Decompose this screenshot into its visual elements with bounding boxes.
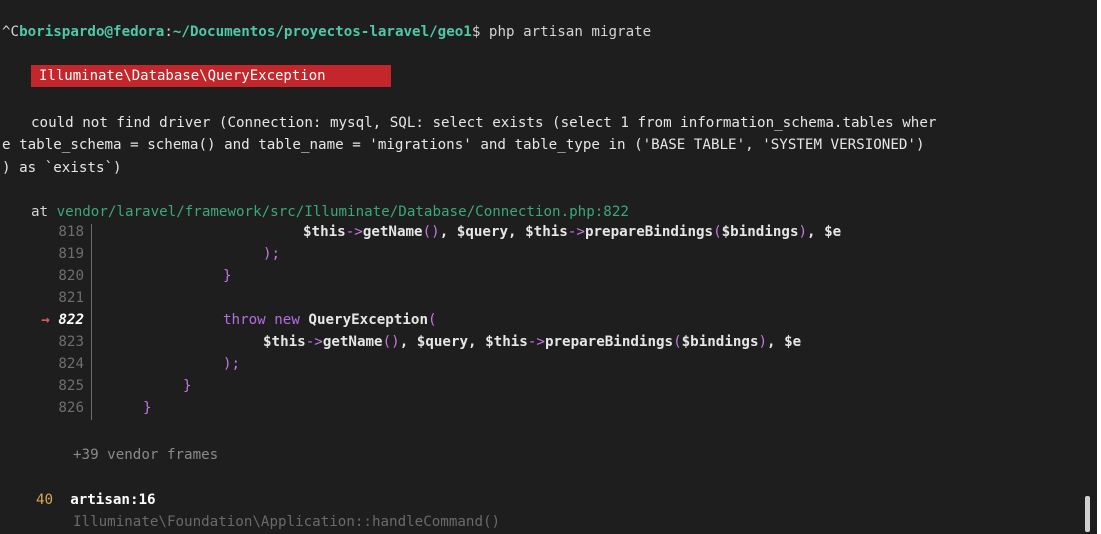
current-line-number: → 822	[28, 310, 84, 330]
code-token: ->	[345, 224, 363, 240]
code-token: getName	[322, 334, 383, 350]
code-token: );	[223, 356, 241, 372]
code-line-823: $this->getName(), $query, $this->prepare…	[263, 332, 801, 352]
code-gutter-divider	[91, 224, 92, 420]
code-token: $this	[303, 224, 346, 240]
error-message-line-3: ) as `exists`)	[2, 160, 122, 176]
prompt-line: ^Cborispardo@fedora:~/Documentos/proyect…	[2, 22, 651, 42]
code-line-822: throw new QueryException(	[223, 310, 437, 330]
code-line-819: );	[263, 244, 280, 264]
code-token: prepareBindings	[544, 334, 674, 350]
scrollbar-thumb[interactable]	[1085, 496, 1090, 532]
error-location: at vendor/laravel/framework/src/Illumina…	[31, 202, 629, 222]
code-token: ()	[422, 224, 440, 240]
line-number: 821	[58, 290, 84, 306]
ctrl-c-text: ^C	[2, 24, 20, 40]
current-line-number-text: 822	[58, 312, 84, 328]
code-token: }	[143, 400, 152, 416]
code-line-826: }	[143, 398, 152, 418]
command-text: php artisan migrate	[480, 24, 652, 40]
error-message-line-1: could not find driver (Connection: mysql…	[31, 115, 937, 131]
code-token: ,	[468, 334, 486, 350]
code-token: $query	[416, 334, 469, 350]
code-token: $query	[456, 224, 509, 240]
code-token: $this	[485, 334, 528, 350]
code-token: $e	[784, 334, 802, 350]
error-file-path: vendor/laravel/framework/src/Illuminate/…	[56, 204, 595, 220]
code-token: ->	[305, 334, 323, 350]
code-token: ,	[508, 224, 526, 240]
exception-class-badge: Illuminate\Database\QueryException	[31, 65, 391, 87]
code-token: prepareBindings	[584, 224, 714, 240]
line-number: 823	[58, 334, 84, 350]
line-number: 826	[58, 400, 84, 416]
code-line-824: );	[223, 354, 240, 374]
error-file-sep: :	[594, 204, 604, 220]
code-line-825: }	[183, 376, 192, 396]
error-file-line: 822	[603, 204, 629, 220]
code-token: throw new	[223, 312, 309, 328]
at-keyword: at	[31, 204, 57, 220]
code-token: ()	[382, 334, 400, 350]
line-number: 820	[58, 268, 84, 284]
code-line-820: }	[223, 266, 232, 286]
trace-frame-40: 40 artisan:16	[36, 490, 156, 510]
code-token: ->	[567, 224, 585, 240]
code-token: );	[263, 246, 281, 262]
code-token: ,	[399, 334, 417, 350]
code-token: (	[713, 224, 722, 240]
line-number: 825	[58, 378, 84, 394]
line-number: 818	[58, 224, 84, 240]
code-token: ,	[439, 224, 457, 240]
code-token: QueryException	[308, 312, 429, 328]
code-token: )	[758, 334, 768, 350]
line-number: 824	[58, 356, 84, 372]
code-token: $this	[525, 224, 568, 240]
code-token: $bindings	[721, 224, 799, 240]
frame-number: 40	[36, 492, 54, 508]
code-token: }	[183, 378, 192, 394]
code-token: }	[223, 268, 232, 284]
code-token: $e	[824, 224, 842, 240]
prompt-colon: :	[164, 24, 173, 40]
line-number: 819	[58, 246, 84, 262]
code-token: $bindings	[681, 334, 759, 350]
user-host: borispardo@fedora	[19, 24, 165, 40]
prompt-path: ~/Documentos/proyectos-laravel/geo1	[172, 24, 472, 40]
frame-call: Illuminate\Foundation\Application::handl…	[73, 514, 501, 530]
code-token: ,	[767, 334, 785, 350]
code-token: $this	[263, 334, 306, 350]
vendor-frames-text: +39 vendor frames	[73, 447, 219, 463]
code-token: ->	[527, 334, 545, 350]
terminal-window[interactable]: ^Cborispardo@fedora:~/Documentos/proyect…	[0, 0, 1097, 534]
code-token: (	[673, 334, 682, 350]
current-line-arrow-icon: →	[41, 312, 50, 328]
code-token: (	[428, 312, 437, 328]
code-token: getName	[362, 224, 423, 240]
code-line-818: $this->getName(), $query, $this->prepare…	[303, 222, 841, 242]
error-message-line-2: e table_schema = schema() and table_name…	[2, 137, 925, 153]
frame-file: artisan:16	[70, 492, 156, 508]
code-token: )	[798, 224, 808, 240]
code-token: ,	[807, 224, 825, 240]
